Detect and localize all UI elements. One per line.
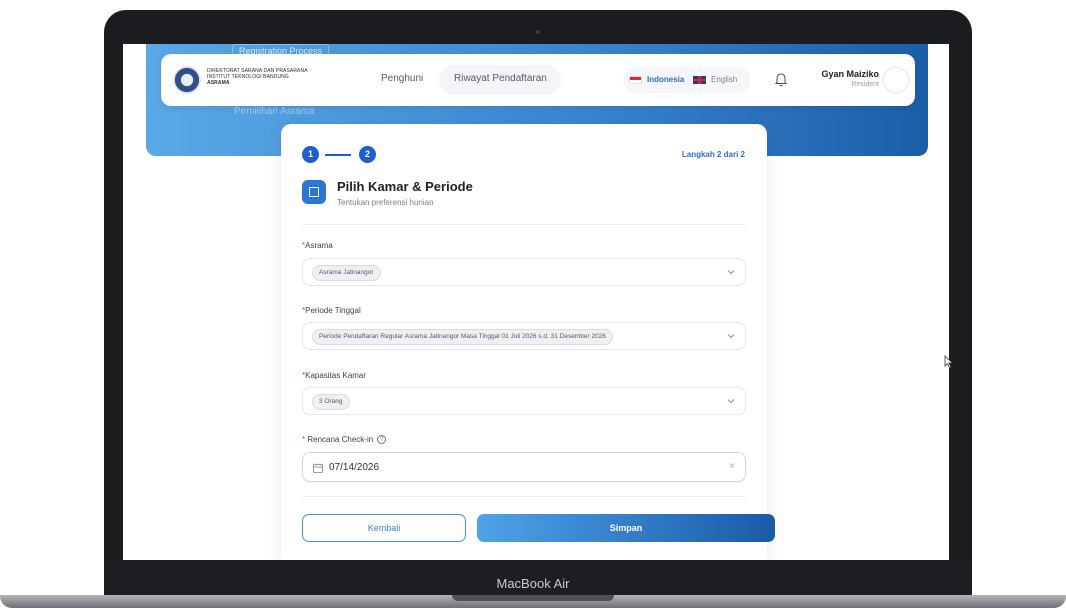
periode-label-text: Periode Tinggal	[305, 306, 361, 315]
hero-ghost-title: Pemilihan Asrama	[234, 106, 315, 117]
section-subtitle: Tentukan preferensi hunian	[337, 198, 434, 207]
section-title: Pilih Kamar & Periode	[337, 179, 473, 194]
indonesia-flag-icon	[629, 76, 642, 84]
language-switch: Indonesia English	[623, 67, 751, 93]
itb-logo[interactable]	[173, 66, 201, 94]
top-navbar: DIREKTORAT SARANA DAN PRASARANA INSTITUT…	[161, 54, 915, 106]
save-button[interactable]: Simpan	[477, 514, 775, 542]
checkin-label-text: Rencana Check-in	[307, 435, 374, 444]
step-connector	[325, 154, 351, 156]
logo-line-3: ASRAMA	[207, 80, 230, 86]
periode-select[interactable]: Periode Pendaftaran Regular Asrama Jatin…	[302, 322, 746, 350]
step-1-indicator: 1	[302, 146, 319, 163]
chevron-down-icon	[727, 334, 735, 339]
step-info: Langkah 2 dari 2	[681, 150, 745, 159]
nav-link-riwayat[interactable]: Riwayat Pendaftaran	[454, 73, 547, 84]
mouse-cursor-icon	[944, 355, 954, 369]
asrama-label: *Asrama	[302, 241, 333, 250]
laptop-notch	[452, 595, 614, 601]
nav-link-penghuni[interactable]: Penghuni	[381, 73, 423, 84]
camera-dot	[536, 30, 540, 34]
header-divider	[302, 224, 746, 225]
checkin-date-input[interactable]: 07/14/2026 ×	[302, 452, 746, 482]
kapasitas-label: *Kapasitas Kamar	[302, 371, 366, 380]
back-button[interactable]: Kembali	[302, 514, 466, 542]
step-2-indicator: 2	[359, 146, 376, 163]
kapasitas-chip: 3 Orang	[312, 394, 350, 410]
help-icon[interactable]: ?	[377, 435, 387, 445]
chevron-down-icon	[727, 399, 735, 404]
clear-icon[interactable]: ×	[729, 461, 735, 472]
asrama-label-text: Asrama	[305, 241, 333, 250]
screen: Registration Process Pemilihan Asrama DI…	[123, 44, 949, 560]
footer-divider	[302, 496, 746, 497]
lang-english[interactable]: English	[711, 75, 737, 84]
uk-flag-icon	[693, 76, 706, 84]
lang-indonesia[interactable]: Indonesia	[647, 75, 684, 84]
required-mark: *	[302, 435, 306, 444]
calendar-icon	[313, 463, 323, 473]
kapasitas-select[interactable]: 3 Orang	[302, 387, 746, 415]
kapasitas-label-text: Kapasitas Kamar	[305, 371, 367, 380]
user-role: Resident	[851, 81, 879, 88]
user-name: Gyan Maiziko	[821, 69, 879, 79]
chevron-down-icon	[727, 270, 735, 275]
checkin-label: * Rencana Check-in?	[302, 435, 387, 445]
asrama-chip: Asrama Jatinangor	[312, 265, 381, 281]
device-label: MacBook Air	[496, 576, 570, 591]
room-icon	[302, 180, 326, 204]
avatar[interactable]	[883, 67, 909, 93]
form-card: 1 2 Langkah 2 dari 2 Pilih Kamar & Perio…	[281, 124, 775, 560]
bell-icon[interactable]	[773, 72, 789, 88]
periode-label: *Periode Tinggal	[302, 306, 361, 315]
checkin-date-value: 07/14/2026	[329, 462, 380, 473]
logo-text: DIREKTORAT SARANA DAN PRASARANA INSTITUT…	[207, 68, 317, 86]
asrama-select[interactable]: Asrama Jatinangor	[302, 258, 746, 286]
periode-chip: Periode Pendaftaran Regular Asrama Jatin…	[312, 329, 613, 345]
stage: Registration Process Pemilihan Asrama DI…	[0, 0, 1066, 608]
